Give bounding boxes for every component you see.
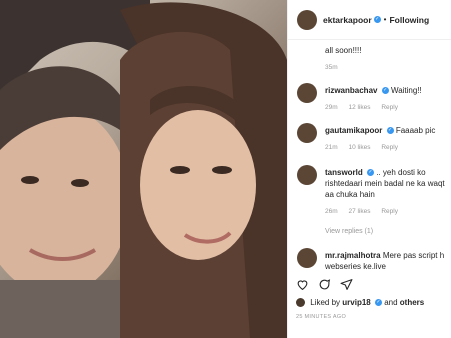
reply-button[interactable]: Reply: [381, 104, 398, 111]
share-icon[interactable]: [340, 278, 353, 291]
comment-username[interactable]: mr.rajmalhotra: [325, 251, 381, 260]
heart-icon[interactable]: [296, 278, 309, 291]
comment-text: Faaaab pic: [395, 126, 436, 135]
comment-time: 35m: [325, 64, 338, 71]
verified-icon: ✓: [373, 16, 381, 23]
comment-username[interactable]: gautamikapoor: [325, 126, 382, 135]
comment-text: Waiting!!: [390, 86, 422, 95]
comment-time: 21m: [325, 144, 338, 151]
verified-icon: ✓: [386, 127, 394, 135]
liked-username[interactable]: urvip18: [342, 298, 370, 307]
comments-list[interactable]: all soon!!!! 35m rizwanbachav ✓ Waiting!…: [288, 40, 451, 280]
comment-icon[interactable]: [318, 278, 331, 291]
profile-avatar[interactable]: [297, 9, 317, 30]
reply-button[interactable]: Reply: [381, 208, 398, 215]
comment-likes[interactable]: 27 likes: [348, 208, 370, 215]
post-header: ektarkapoor ✓ • Following: [288, 0, 451, 40]
others-link[interactable]: others: [400, 298, 424, 307]
action-bar: [296, 278, 353, 291]
verified-icon: ✓: [381, 87, 389, 95]
post-timestamp: 25 MINUTES AGO: [296, 314, 347, 320]
comment-text: all soon!!!!: [325, 46, 362, 55]
avatar[interactable]: [297, 83, 317, 103]
following-button[interactable]: Following: [389, 15, 429, 25]
avatar[interactable]: [297, 123, 317, 143]
avatar[interactable]: [296, 298, 305, 308]
comment-username[interactable]: rizwanbachav: [325, 86, 377, 95]
and-label: and: [384, 298, 398, 307]
comment-likes[interactable]: 10 likes: [348, 144, 370, 151]
profile-username[interactable]: ektarkapoor: [323, 15, 372, 25]
avatar[interactable]: [297, 248, 317, 268]
comment-likes[interactable]: 12 likes: [348, 104, 370, 111]
separator-dot: •: [383, 15, 387, 24]
post-photo[interactable]: [0, 0, 287, 338]
comment-username[interactable]: tansworld: [325, 168, 363, 177]
liked-by-label: Liked by: [310, 298, 341, 307]
avatar[interactable]: [297, 165, 317, 185]
reply-button[interactable]: Reply: [381, 144, 398, 151]
comment-time: 29m: [325, 104, 338, 111]
verified-icon: ✓: [374, 299, 382, 307]
view-replies-button[interactable]: View replies (1): [325, 226, 451, 237]
comment-time: 26m: [325, 208, 338, 215]
liked-by: Liked by urvip18 ✓ and others: [296, 298, 424, 308]
verified-icon: ✓: [367, 169, 375, 177]
